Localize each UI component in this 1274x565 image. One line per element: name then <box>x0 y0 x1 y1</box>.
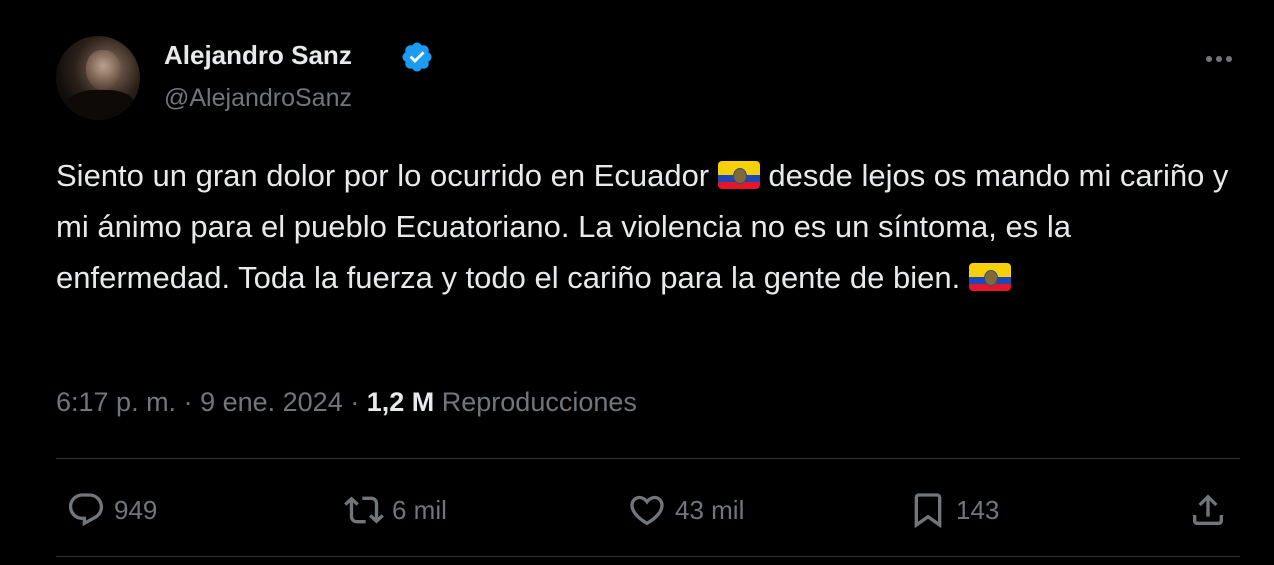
tweet-text-part1: Siento un gran dolor por lo ocurrido en … <box>56 158 718 193</box>
reply-icon <box>68 493 104 527</box>
author-handle[interactable]: @AlejandroSanz <box>164 84 352 113</box>
tweet-date[interactable]: 9 ene. 2024 <box>200 387 343 417</box>
author-display-name[interactable]: Alejandro Sanz <box>164 40 352 71</box>
flag-ecuador-icon <box>968 263 1011 291</box>
verified-badge-icon <box>402 42 432 72</box>
avatar-shoulders <box>66 90 136 120</box>
divider-bottom <box>56 556 1240 557</box>
meta-separator: · <box>176 387 201 417</box>
reply-button[interactable]: 949 <box>66 490 157 530</box>
share-button[interactable] <box>1188 490 1236 530</box>
repost-count: 6 mil <box>392 494 447 525</box>
share-icon <box>1193 494 1223 525</box>
more-options-icon[interactable] <box>1200 44 1238 74</box>
views-label: Reproducciones <box>441 387 637 417</box>
tweet-time[interactable]: 6:17 p. m. <box>56 387 176 417</box>
bookmark-count: 143 <box>956 494 1000 525</box>
flag-ecuador-icon <box>717 161 760 189</box>
repost-button[interactable]: 6 mil <box>344 490 447 530</box>
like-count: 43 mil <box>675 494 745 525</box>
like-button[interactable]: 43 mil <box>627 490 744 530</box>
heart-icon <box>630 495 664 526</box>
meta-separator: · <box>342 387 367 417</box>
views-count: 1,2 M <box>366 387 435 417</box>
avatar-face <box>86 50 120 90</box>
tweet-text: Siento un gran dolor por lo ocurrido en … <box>56 150 1236 303</box>
avatar[interactable] <box>56 36 140 120</box>
bookmark-icon <box>914 493 942 529</box>
repost-icon <box>344 496 384 524</box>
divider-top <box>56 458 1240 459</box>
tweet-meta: 6:17 p. m. · 9 ene. 2024 · 1,2 M Reprodu… <box>56 387 637 418</box>
bookmark-button[interactable]: 143 <box>908 490 999 530</box>
reply-count: 949 <box>114 494 158 525</box>
